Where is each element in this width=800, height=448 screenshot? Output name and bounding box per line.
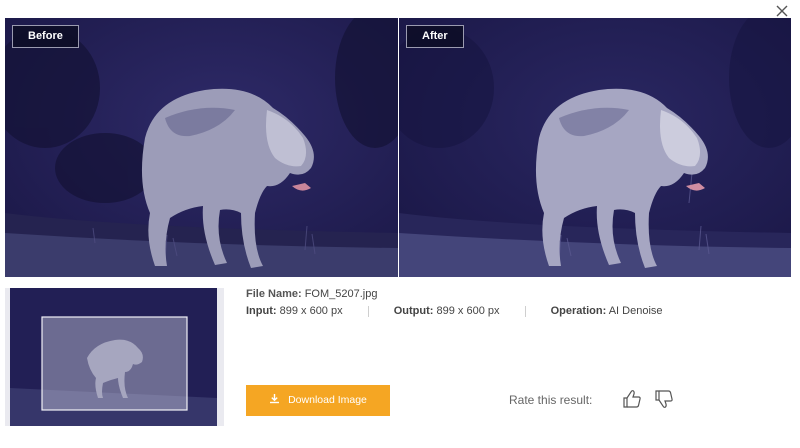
thumbs-down-button[interactable] [653,388,675,410]
operation-label: Operation: [550,305,607,317]
separator [524,305,526,317]
operation-value: AI Denoise [608,305,663,317]
before-label: Before [12,25,79,48]
output-value: 899 x 600 px [436,305,500,317]
file-name-label: File Name: [246,288,302,300]
output-label: Output: [393,305,434,317]
separator [367,305,369,317]
thumbnail-image [5,288,224,426]
before-image [5,18,398,277]
thumbs-up-button[interactable] [621,388,643,410]
thumbs-up-icon [623,390,641,408]
after-label: After [406,25,464,48]
file-name-row: File Name: FOM_5207.jpg [246,288,377,300]
after-panel: After [399,18,791,277]
input-value: 899 x 600 px [279,305,343,317]
thumbs-down-icon [655,390,673,408]
input-label: Input: [246,305,277,317]
download-image-button[interactable]: Download Image [246,385,390,416]
image-details-row: Input: 899 x 600 px Output: 899 x 600 px… [246,305,663,317]
after-image [399,18,791,277]
download-image-label: Download Image [288,394,367,406]
viewport-rectangle [41,316,188,411]
before-after-comparison[interactable]: Before After [5,18,791,277]
before-panel: Before [5,18,398,277]
image-navigator-thumbnail[interactable] [5,288,224,426]
download-icon [270,394,280,404]
file-name-value: FOM_5207.jpg [304,288,378,300]
rate-result-label: Rate this result: [509,393,593,407]
